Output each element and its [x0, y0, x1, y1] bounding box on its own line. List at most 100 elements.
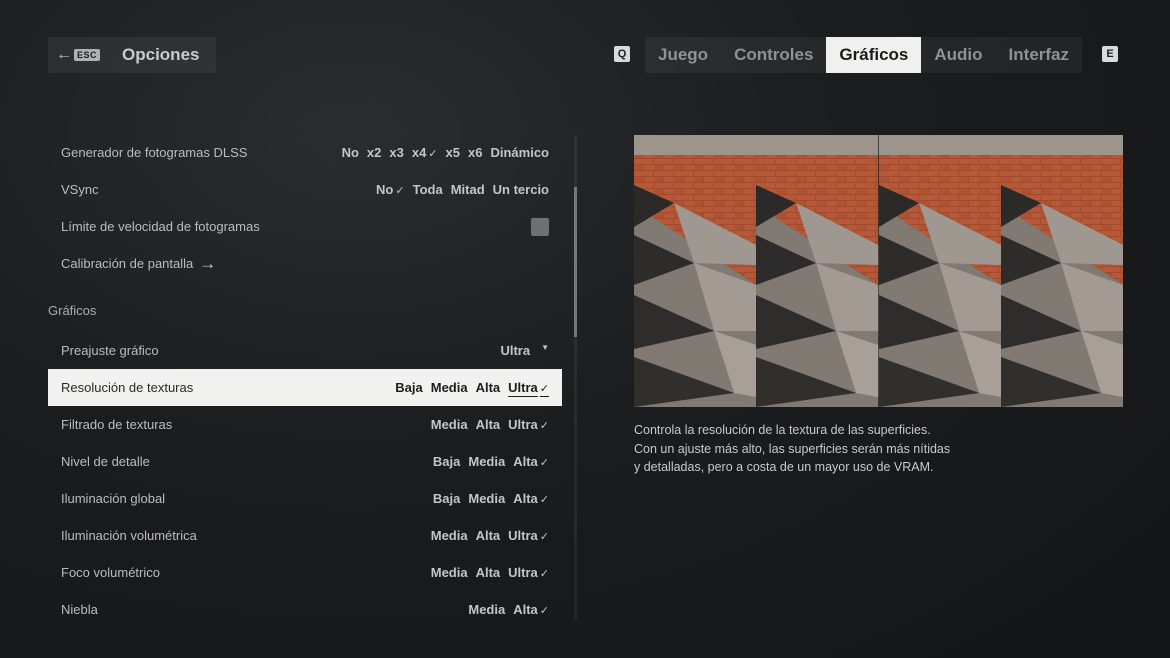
option-alta[interactable]: Alta ✓ — [513, 602, 549, 617]
setting-row-detail[interactable]: Nivel de detalle Baja Media Alta ✓ — [48, 443, 562, 480]
setting-label: Preajuste gráfico — [61, 343, 159, 358]
option-media[interactable]: Media — [431, 528, 468, 543]
prev-tab-key-hint: Q — [614, 46, 630, 62]
setting-label: Foco volumétrico — [61, 565, 160, 580]
esc-key-hint: ESC — [74, 49, 101, 61]
option-alta[interactable]: Alta ✓ — [513, 454, 549, 469]
option-ultra[interactable]: Ultra ✓ — [508, 565, 549, 580]
option-media[interactable]: Media — [431, 417, 468, 432]
option-baja[interactable]: Baja — [433, 491, 460, 506]
setting-row-preset[interactable]: Preajuste gráfico Ultra ▼ — [48, 332, 562, 369]
option-no[interactable]: No — [342, 145, 359, 160]
setting-label: Iluminación global — [61, 491, 166, 506]
fps-limit-checkbox[interactable] — [531, 217, 549, 236]
preset-dropdown[interactable]: Ultra ▼ — [500, 343, 549, 358]
setting-row-texture-filter[interactable]: Filtrado de texturas Media Alta Ultra ✓ — [48, 406, 562, 443]
preview-panel — [634, 135, 757, 407]
setting-label: VSync — [61, 182, 99, 197]
settings-list: Generador de fotogramas DLSS No x2 x3 x4 ✓ x5… — [48, 134, 562, 628]
option-ultra[interactable]: Ultra ✓ — [508, 380, 549, 395]
option-alta[interactable]: Alta — [476, 528, 501, 543]
checkmark-icon: ✓ — [539, 531, 549, 543]
option-baja[interactable]: Baja — [433, 454, 460, 469]
option-baja[interactable]: Baja — [395, 380, 422, 395]
preview-panel — [1000, 135, 1123, 407]
preset-value: Ultra — [500, 343, 531, 358]
option-x4[interactable]: x4 ✓ — [412, 145, 438, 160]
texture-preview-image — [634, 135, 1123, 407]
option-media[interactable]: Media — [431, 565, 468, 580]
setting-row-global-illumination[interactable]: Iluminación global Baja Media Alta ✓ — [48, 480, 562, 517]
calibration-link[interactable]: Calibración de pantalla → — [61, 254, 216, 274]
option-group: Media Alta Ultra ✓ — [431, 417, 549, 432]
checkmark-icon: ✓ — [539, 383, 549, 395]
tab-interfaz[interactable]: Interfaz — [996, 37, 1082, 73]
option-x6[interactable]: x6 — [468, 145, 482, 160]
option-alta[interactable]: Alta — [476, 380, 501, 395]
next-tab-key-hint: E — [1102, 46, 1118, 62]
option-group: Media Alta ✓ — [468, 602, 549, 617]
tab-graficos[interactable]: Gráficos — [826, 37, 922, 73]
option-group: Media Alta Ultra ✓ — [431, 528, 549, 543]
option-x5[interactable]: x5 — [446, 145, 460, 160]
preview-panel — [878, 135, 1001, 407]
option-media[interactable]: Media — [431, 380, 468, 395]
option-ultra[interactable]: Ultra ✓ — [508, 528, 549, 543]
option-mitad[interactable]: Mitad — [451, 182, 485, 197]
option-dinámico[interactable]: Dinámico — [490, 145, 549, 160]
tab-juego[interactable]: Juego — [645, 37, 721, 73]
setting-row-fog[interactable]: Niebla Media Alta ✓ — [48, 591, 562, 628]
setting-label: Iluminación volumétrica — [61, 528, 197, 543]
setting-row-fps-limit[interactable]: Límite de velocidad de fotogramas — [48, 208, 562, 245]
option-toda[interactable]: Toda — [413, 182, 443, 197]
option-group: Baja Media Alta ✓ — [433, 491, 549, 506]
option-group: Media Alta Ultra ✓ — [431, 565, 549, 580]
setting-label: Límite de velocidad de fotogramas — [61, 219, 260, 234]
settings-scrollbar[interactable] — [574, 135, 577, 620]
page-title: Opciones — [122, 45, 200, 64]
checkmark-icon: ✓ — [395, 185, 405, 197]
description-line: Controla la resolución de la textura de … — [634, 423, 931, 437]
setting-row-vsync[interactable]: VSync No ✓ Toda Mitad Un tercio — [48, 171, 562, 208]
option-x2[interactable]: x2 — [367, 145, 381, 160]
setting-label: Niebla — [61, 602, 98, 617]
option-alta[interactable]: Alta — [476, 565, 501, 580]
description-line: y detalladas, pero a costa de un mayor u… — [634, 460, 934, 474]
checkmark-icon: ✓ — [428, 148, 438, 160]
setting-description: Controla la resolución de la textura de … — [634, 421, 1014, 477]
checkmark-icon: ✓ — [539, 605, 549, 617]
section-heading: Gráficos — [48, 302, 97, 318]
option-x3[interactable]: x3 — [389, 145, 403, 160]
tab-audio[interactable]: Audio — [921, 37, 995, 73]
setting-row-texture-resolution[interactable]: Resolución de texturas Baja Media Alta Ultr… — [48, 369, 562, 406]
tab-bar: Juego Controles Gráficos Audio Interfaz — [645, 37, 1083, 73]
option-un-tercio[interactable]: Un tercio — [493, 182, 549, 197]
option-group: Baja Media Alta ✓ — [433, 454, 549, 469]
option-media[interactable]: Media — [468, 602, 505, 617]
setting-row-volumetric-illumination[interactable]: Iluminación volumétrica Media Alta Ultra ✓ — [48, 517, 562, 554]
preview-panel — [756, 135, 879, 407]
checkmark-icon: ✓ — [539, 420, 549, 432]
checkmark-icon: ✓ — [539, 457, 549, 469]
description-line: Con un ajuste más alto, las superficies … — [634, 441, 951, 456]
arrow-right-icon: → — [199, 253, 217, 273]
scrollbar-thumb[interactable] — [574, 187, 577, 337]
setting-label: Generador de fotogramas DLSS — [61, 145, 248, 160]
setting-row-volumetric-spot[interactable]: Foco volumétrico Media Alta Ultra ✓ — [48, 554, 562, 591]
option-no[interactable]: No ✓ — [376, 182, 405, 197]
checkmark-icon: ✓ — [539, 568, 549, 580]
option-ultra[interactable]: Ultra ✓ — [508, 417, 549, 432]
setting-row-calibration[interactable]: Calibración de pantalla → — [48, 245, 562, 282]
option-alta[interactable]: Alta — [476, 417, 501, 432]
setting-label: Calibración de pantalla — [61, 256, 194, 271]
back-options-button[interactable]: ← ESC Opciones — [48, 37, 216, 73]
setting-label: Filtrado de texturas — [61, 417, 173, 432]
option-media[interactable]: Media — [468, 491, 505, 506]
tab-controles[interactable]: Controles — [721, 37, 826, 73]
setting-label: Nivel de detalle — [61, 454, 150, 469]
option-media[interactable]: Media — [468, 454, 505, 469]
setting-row-dlss[interactable]: Generador de fotogramas DLSS No x2 x3 x4 ✓ x5… — [48, 134, 562, 171]
option-group: No x2 x3 x4 ✓ x5 x6 Dinámico — [342, 145, 549, 160]
setting-label: Resolución de texturas — [61, 380, 194, 395]
option-alta[interactable]: Alta ✓ — [513, 491, 549, 506]
